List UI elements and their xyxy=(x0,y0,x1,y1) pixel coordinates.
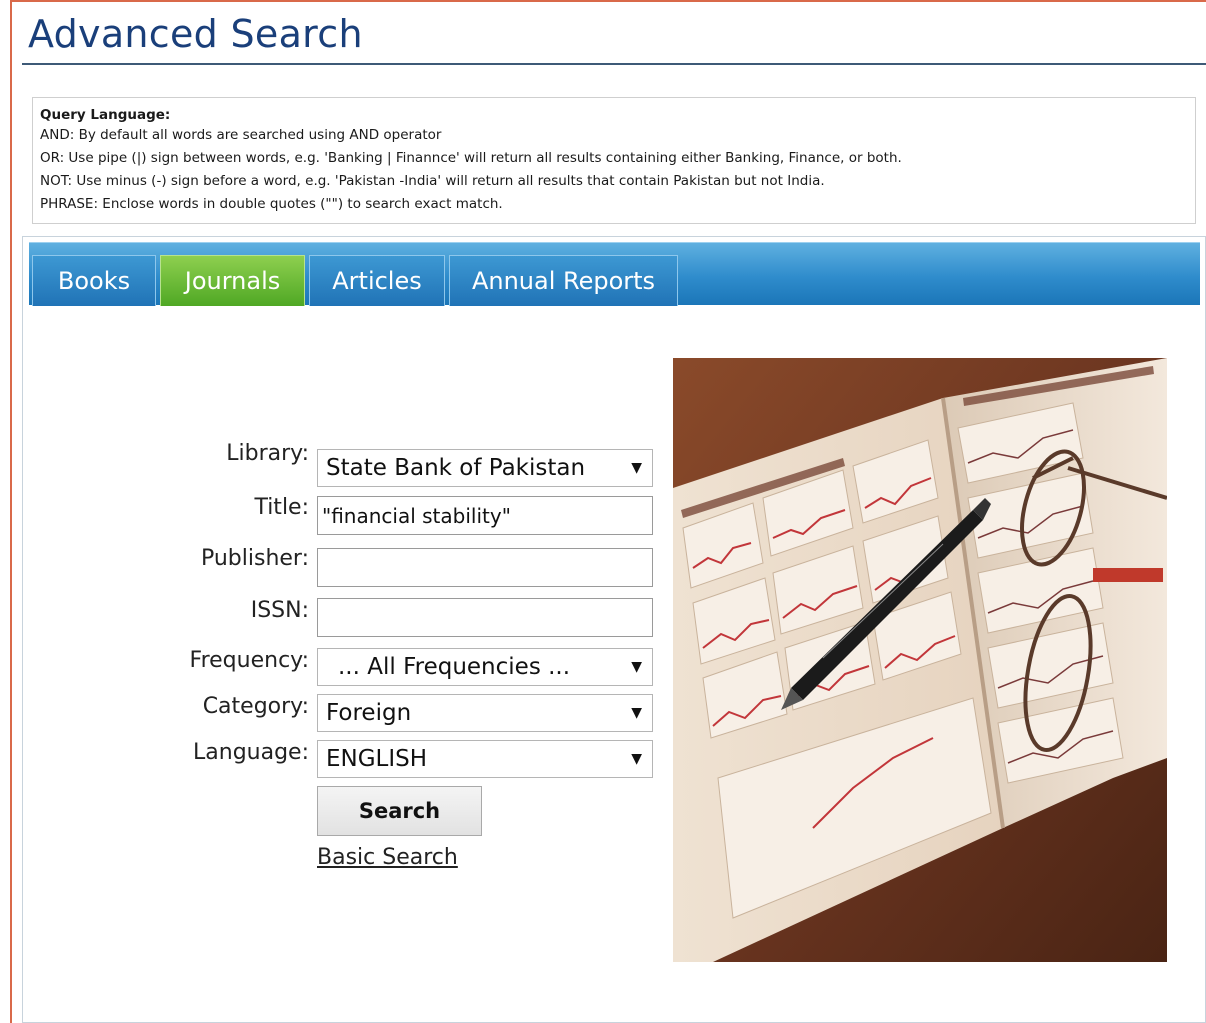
language-select[interactable]: ENGLISH ▼ xyxy=(317,740,653,778)
tab-books[interactable]: Books xyxy=(32,255,156,306)
issn-input[interactable] xyxy=(317,598,653,637)
language-label: Language: xyxy=(193,740,309,765)
chevron-down-icon: ▼ xyxy=(631,460,642,476)
financial-newspaper-photo xyxy=(673,358,1167,962)
frequency-label: Frequency: xyxy=(189,648,309,673)
search-button[interactable]: Search xyxy=(317,786,482,836)
library-select[interactable]: State Bank of Pakistan ▼ xyxy=(317,449,653,487)
query-language-help: Query Language: AND: By default all word… xyxy=(32,97,1196,224)
publisher-input[interactable] xyxy=(317,548,653,587)
title-input[interactable] xyxy=(317,496,653,535)
basic-search-link[interactable]: Basic Search xyxy=(317,845,458,870)
language-select-value: ENGLISH xyxy=(326,746,428,772)
publisher-label: Publisher: xyxy=(200,546,309,571)
search-panel: Books Journals Articles Annual Reports L… xyxy=(22,236,1206,1023)
query-help-or: OR: Use pipe (|) sign between words, e.g… xyxy=(40,150,902,166)
title-label: Title: xyxy=(254,495,309,520)
query-help-phrase: PHRASE: Enclose words in double quotes (… xyxy=(40,196,503,212)
library-select-value: State Bank of Pakistan xyxy=(326,455,586,481)
library-label: Library: xyxy=(226,441,309,466)
query-help-heading: Query Language: xyxy=(40,107,171,123)
category-select[interactable]: Foreign ▼ xyxy=(317,694,653,732)
query-help-and: AND: By default all words are searched u… xyxy=(40,127,442,143)
title-divider xyxy=(22,63,1206,65)
issn-label: ISSN: xyxy=(250,598,309,623)
tab-annual-reports[interactable]: Annual Reports xyxy=(449,255,678,306)
chevron-down-icon: ▼ xyxy=(631,751,642,767)
page-title: Advanced Search xyxy=(28,12,363,56)
chevron-down-icon: ▼ xyxy=(631,659,642,675)
category-select-value: Foreign xyxy=(326,700,412,726)
tab-journals[interactable]: Journals xyxy=(160,255,305,306)
chevron-down-icon: ▼ xyxy=(631,705,642,721)
tab-bar: Books Journals Articles Annual Reports xyxy=(29,242,1200,306)
tab-articles[interactable]: Articles xyxy=(309,255,445,306)
frequency-select[interactable]: ... All Frequencies ... ▼ xyxy=(317,648,653,686)
category-label: Category: xyxy=(202,694,309,719)
query-help-not: NOT: Use minus (-) sign before a word, e… xyxy=(40,173,825,189)
frequency-select-value: ... All Frequencies ... xyxy=(338,654,571,680)
